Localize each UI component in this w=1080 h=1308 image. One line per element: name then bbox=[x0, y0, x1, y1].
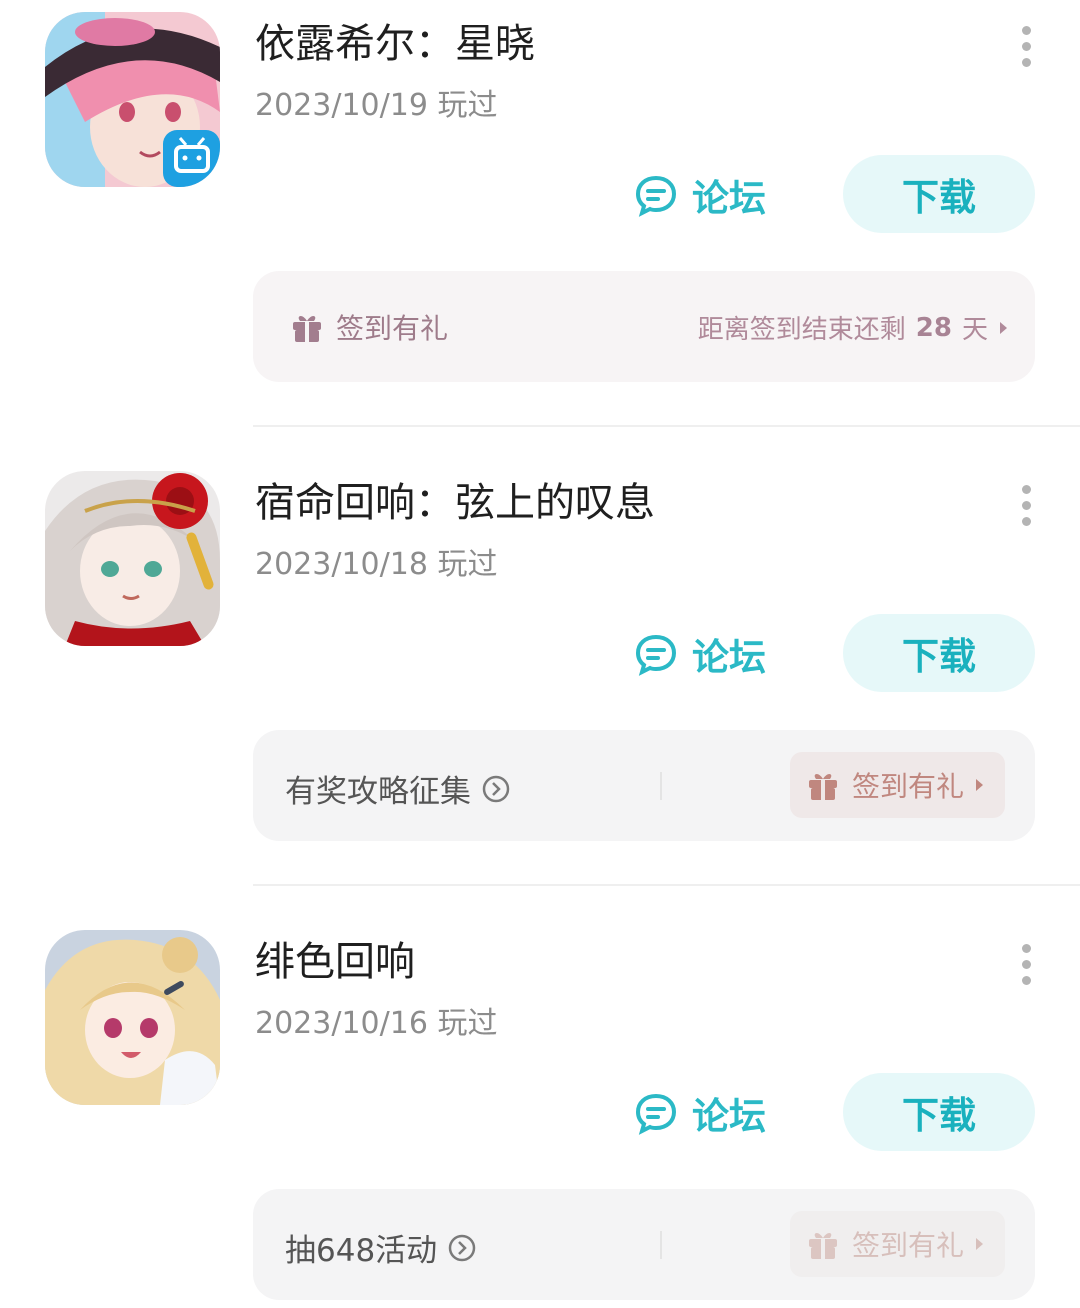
more-options-icon[interactable] bbox=[1012, 26, 1040, 76]
download-button[interactable]: 下载 bbox=[843, 1073, 1035, 1151]
checkin-countdown[interactable]: 距离签到结束还剩 28 天 bbox=[698, 309, 1007, 346]
download-button[interactable]: 下载 bbox=[843, 614, 1035, 692]
chevron-right-icon bbox=[1000, 321, 1007, 334]
forum-label: 论坛 bbox=[692, 1095, 766, 1138]
gift-icon bbox=[809, 774, 837, 800]
activity-bar: 有奖攻略征集 签到有礼 bbox=[253, 730, 1035, 841]
forum-label: 论坛 bbox=[692, 177, 766, 220]
game-icon[interactable] bbox=[45, 12, 220, 187]
separator bbox=[660, 1231, 662, 1259]
chevron-right-icon bbox=[976, 1238, 984, 1250]
game-icon[interactable] bbox=[45, 471, 220, 646]
forum-button[interactable]: 论坛 bbox=[634, 1088, 766, 1138]
activity-bar: 抽648活动 签到有礼 bbox=[253, 1189, 1035, 1300]
download-button[interactable]: 下载 bbox=[843, 155, 1035, 233]
gift-icon bbox=[293, 316, 321, 342]
circle-arrow-right-icon bbox=[448, 1234, 476, 1261]
promo-link[interactable]: 抽648活动 bbox=[285, 1225, 477, 1270]
character-portrait-icon bbox=[45, 12, 220, 187]
chat-bubble-icon bbox=[635, 634, 677, 676]
last-played-date: 2023/10/16 玩过 bbox=[255, 1006, 498, 1041]
game-title[interactable]: 宿命回响：弦上的叹息 bbox=[255, 475, 655, 531]
last-played-date: 2023/10/18 玩过 bbox=[255, 547, 498, 582]
countdown-prefix: 距离签到结束还剩 bbox=[697, 315, 906, 345]
checkin-bar[interactable]: 签到有礼 距离签到结束还剩 28 天 bbox=[253, 271, 1035, 382]
chat-bubble-icon bbox=[635, 1093, 677, 1135]
countdown-suffix: 天 bbox=[961, 315, 988, 345]
divider bbox=[253, 425, 1080, 427]
chevron-right-icon bbox=[976, 779, 984, 791]
game-card[interactable]: 依露希尔：星晓 2023/10/19 玩过 论坛 下载 签到有礼 距离签到结束还… bbox=[0, 0, 1080, 430]
game-title[interactable]: 依露希尔：星晓 bbox=[255, 16, 535, 72]
more-options-icon[interactable] bbox=[1012, 944, 1040, 994]
checkin-label: 签到有礼 bbox=[336, 312, 449, 345]
character-portrait-icon bbox=[45, 930, 220, 1105]
character-portrait-icon bbox=[45, 471, 220, 646]
forum-button[interactable]: 论坛 bbox=[634, 170, 766, 220]
promo-label: 有奖攻略征集 bbox=[285, 774, 471, 810]
game-card[interactable]: 绯色回响 2023/10/16 玩过 论坛 下载 抽648活动 签到有礼 bbox=[0, 918, 1080, 1308]
game-card[interactable]: 宿命回响：弦上的叹息 2023/10/18 玩过 论坛 下载 有奖攻略征集 签到… bbox=[0, 459, 1080, 889]
checkin-label: 签到有礼 bbox=[852, 1229, 965, 1262]
divider bbox=[253, 884, 1080, 886]
forum-button[interactable]: 论坛 bbox=[634, 629, 766, 679]
checkin-button[interactable]: 签到有礼 bbox=[790, 752, 1005, 818]
chat-bubble-icon bbox=[635, 175, 677, 217]
forum-label: 论坛 bbox=[692, 636, 766, 679]
checkin-label: 签到有礼 bbox=[852, 770, 965, 803]
last-played-date: 2023/10/19 玩过 bbox=[255, 88, 498, 123]
game-icon[interactable] bbox=[45, 930, 220, 1105]
gift-icon bbox=[809, 1233, 837, 1259]
checkin-button[interactable]: 签到有礼 bbox=[790, 1211, 1005, 1277]
separator bbox=[660, 772, 662, 800]
circle-arrow-right-icon bbox=[482, 775, 510, 802]
game-title[interactable]: 绯色回响 bbox=[255, 934, 415, 990]
promo-link[interactable]: 有奖攻略征集 bbox=[285, 766, 511, 811]
more-options-icon[interactable] bbox=[1012, 485, 1040, 535]
countdown-days: 28 bbox=[915, 312, 952, 343]
promo-label: 抽648活动 bbox=[285, 1233, 438, 1269]
